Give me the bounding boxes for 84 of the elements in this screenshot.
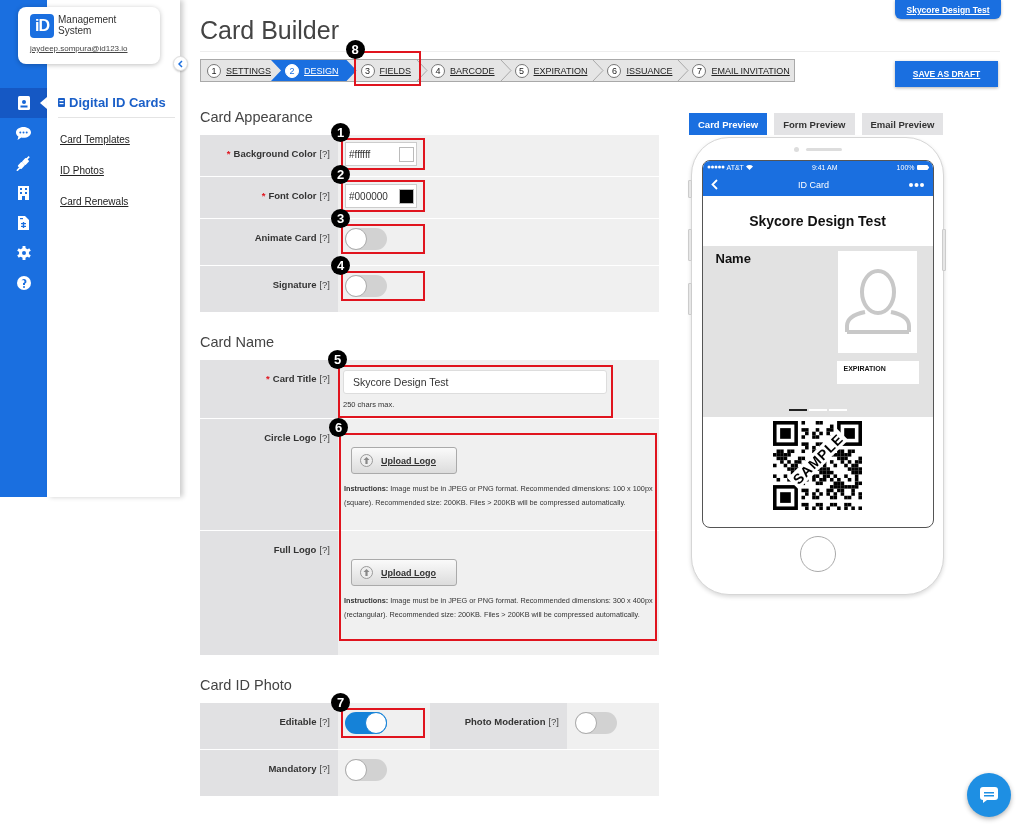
help-link[interactable]: [?]: [319, 716, 330, 727]
plug-icon: [16, 155, 31, 171]
field-label: Circle Logo: [264, 432, 317, 443]
chat-icon: [980, 787, 998, 803]
account-button[interactable]: Skycore Design Test: [895, 0, 1001, 19]
field-label: Full Logo: [273, 544, 317, 555]
screen-title: ID Card: [798, 179, 829, 190]
help-link[interactable]: [?]: [319, 232, 330, 243]
settings-icon: [16, 246, 31, 260]
building-icon: [18, 186, 29, 200]
card-title: Skycore Design Test: [748, 212, 887, 231]
chat-icon: [16, 126, 31, 140]
field-label: Photo Moderation: [464, 716, 546, 727]
upload-button[interactable]: Upload Logo: [351, 559, 457, 586]
field-label: Font Color: [268, 190, 317, 201]
speaker-icon: [793, 147, 842, 152]
help-link[interactable]: [?]: [319, 373, 330, 384]
support-icon: [16, 276, 31, 290]
field-label: Background Color: [233, 148, 317, 159]
id-card-icon: [17, 96, 30, 110]
person-placeholder-icon: [842, 268, 913, 336]
save-draft-button[interactable]: SAVE AS DRAFT: [895, 61, 998, 87]
section-title: Card Appearance: [200, 108, 314, 126]
section-title: Card Name: [200, 333, 276, 351]
section-heading: Digital ID Cards: [69, 95, 166, 110]
color-field[interactable]: #ffffff: [345, 142, 417, 166]
step-tab[interactable]: 2 DESIGN: [271, 60, 357, 81]
page-title: Card Builder: [200, 16, 339, 45]
required-mark: *: [226, 148, 231, 159]
battery-icon: [916, 164, 929, 170]
callout-badge: 5: [328, 350, 347, 369]
callout-badge: 7: [331, 693, 350, 712]
field-label: Mandatory: [268, 763, 317, 774]
section-title: Card ID Photo: [200, 676, 293, 694]
toggle-switch[interactable]: [575, 712, 617, 734]
sidebar-link[interactable]: ID Photos: [60, 162, 175, 180]
chat-button[interactable]: [967, 773, 1011, 817]
toggle-switch[interactable]: [345, 759, 387, 781]
name-label: Name: [715, 251, 751, 268]
upload-button[interactable]: Upload Logo: [351, 447, 457, 474]
color-field[interactable]: #000000: [345, 184, 417, 208]
field-label: Card Title: [272, 373, 317, 384]
field-label: Editable: [279, 716, 317, 727]
help-link[interactable]: [?]: [319, 544, 330, 555]
email-link[interactable]: jaydeep.sompura@id123.io: [30, 44, 160, 53]
callout-badge: 8: [345, 40, 365, 59]
collapse-button[interactable]: [173, 56, 188, 71]
sidebar-link[interactable]: Card Templates: [60, 131, 175, 149]
signal-icon: [706, 165, 725, 169]
help-link[interactable]: [?]: [319, 279, 330, 290]
logo: iD: [30, 14, 54, 38]
app-name: Management System: [58, 14, 118, 38]
help-link[interactable]: [?]: [319, 763, 330, 774]
help-link[interactable]: [?]: [319, 432, 330, 443]
required-mark: *: [261, 190, 266, 201]
preview-tab[interactable]: Email Preview: [861, 113, 944, 135]
toggle-switch[interactable]: [345, 712, 387, 734]
toggle-switch[interactable]: [345, 228, 387, 250]
preview-tab[interactable]: Form Preview: [774, 113, 855, 135]
step-tab[interactable]: 7 EMAIL INVITATION: [690, 60, 794, 81]
toggle-switch[interactable]: [345, 275, 387, 297]
callout-badge: 1: [331, 123, 350, 142]
field-label: Signature: [272, 279, 317, 290]
upload-icon: [360, 454, 373, 467]
field-label: Animate Card: [254, 232, 317, 243]
more-icon: [909, 182, 925, 187]
preview-tab[interactable]: Card Preview: [689, 113, 768, 135]
help-link[interactable]: [?]: [319, 190, 330, 201]
help-link[interactable]: [?]: [548, 716, 559, 727]
upload-icon: [360, 566, 373, 579]
chevron-left-icon: [178, 59, 183, 68]
document-icon: [18, 216, 29, 230]
step-tab[interactable]: 5 EXPIRATION: [512, 60, 592, 81]
id-card-icon: [58, 98, 65, 107]
nav-item[interactable]: [0, 88, 47, 118]
step-tab[interactable]: 6 ISSUANCE: [605, 60, 677, 81]
help-link[interactable]: [?]: [319, 148, 330, 159]
step-tab[interactable]: 4 BARCODE: [429, 60, 499, 81]
wifi-icon: [745, 164, 753, 170]
required-mark: *: [266, 373, 270, 384]
text-field[interactable]: Skycore Design Test: [343, 370, 607, 394]
sidebar-link[interactable]: Card Renewals: [60, 193, 175, 211]
back-icon: [710, 179, 718, 190]
step-tab[interactable]: 3 FIELDS: [358, 60, 416, 81]
